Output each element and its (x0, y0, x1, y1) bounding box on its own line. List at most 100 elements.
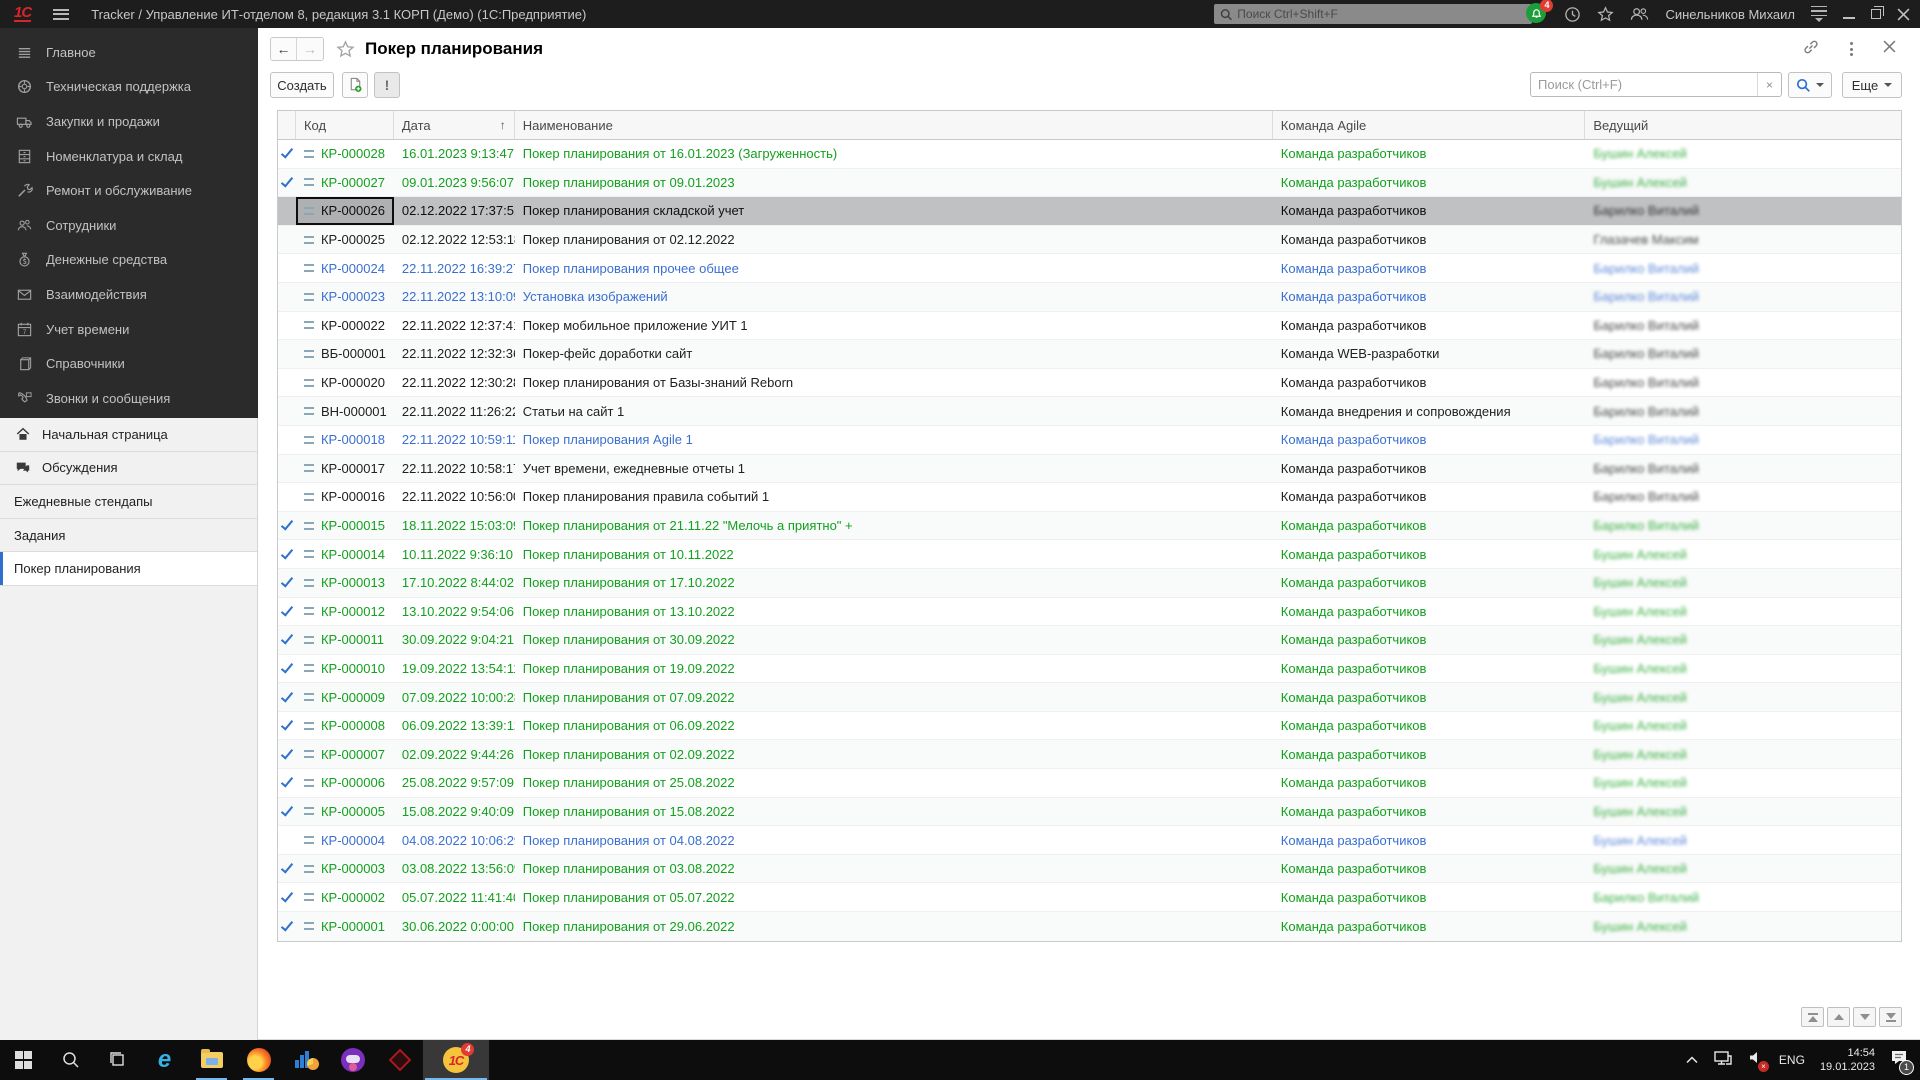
search-options-button[interactable] (1788, 72, 1832, 98)
row-name-cell[interactable]: Покер планирования от 02.12.2022 (515, 226, 1273, 254)
row-lead-cell[interactable]: Барилко Виталий (1585, 197, 1901, 225)
row-date-cell[interactable]: 02.09.2022 9:44:26 (394, 740, 515, 768)
row-date-cell[interactable]: 13.10.2022 9:54:06 (394, 598, 515, 626)
row-code-cell[interactable]: КР-000026 (296, 197, 394, 225)
start-button[interactable] (0, 1040, 47, 1080)
table-row[interactable]: КР-000025 02.12.2022 12:53:18 Покер план… (278, 226, 1901, 255)
clock[interactable]: 14:54 19.01.2023 (1820, 1046, 1875, 1074)
sidebar-item-time-tracking[interactable]: 7 Учет времени (0, 312, 258, 347)
row-team-cell[interactable]: Команда разработчиков (1273, 626, 1586, 654)
sidebar-item-interactions[interactable]: Взаимодействия (0, 277, 258, 312)
row-lead-cell[interactable]: Барилко Виталий (1585, 426, 1901, 454)
row-code-cell[interactable]: КР-000010 (296, 655, 394, 683)
row-name-cell[interactable]: Покер планирования от 09.01.2023 (515, 169, 1273, 197)
table-row[interactable]: КР-000006 25.08.2022 9:57:09 Покер плани… (278, 769, 1901, 798)
row-code-cell[interactable]: КР-000018 (296, 426, 394, 454)
row-date-cell[interactable]: 30.06.2022 0:00:00 (394, 912, 515, 941)
row-lead-cell[interactable]: Бушин Алексей (1585, 826, 1901, 854)
row-date-cell[interactable]: 22.11.2022 12:37:41 (394, 312, 515, 340)
row-code-cell[interactable]: КР-000016 (296, 483, 394, 511)
row-name-cell[interactable]: Покер планирования от 10.11.2022 (515, 540, 1273, 568)
table-row[interactable]: КР-000028 16.01.2023 9:13:47 Покер плани… (278, 140, 1901, 169)
back-button[interactable]: ← (271, 38, 297, 60)
table-row[interactable]: ВН-000001 22.11.2022 11:26:22 Статьи на … (278, 397, 1901, 426)
get-link-icon[interactable] (1802, 38, 1820, 61)
row-name-cell[interactable]: Покер планирования складской учет (515, 197, 1273, 225)
row-team-cell[interactable]: Команда разработчиков (1273, 283, 1586, 311)
sidebar-item-main[interactable]: Главное (0, 35, 258, 70)
tab-planning-poker[interactable]: Покер планирования (0, 552, 257, 586)
go-last-button[interactable] (1879, 1007, 1902, 1027)
row-team-cell[interactable]: Команда разработчиков (1273, 140, 1586, 168)
row-team-cell[interactable]: Команда разработчиков (1273, 883, 1586, 911)
sidebar-item-catalogs[interactable]: Справочники (0, 346, 258, 381)
row-team-cell[interactable]: Команда разработчиков (1273, 455, 1586, 483)
row-name-cell[interactable]: Покер мобильное приложение УИТ 1 (515, 312, 1273, 340)
tab-home[interactable]: Начальная страница (0, 418, 257, 452)
sidebar-item-employees[interactable]: Сотрудники (0, 208, 258, 243)
row-lead-cell[interactable]: Бушин Алексей (1585, 598, 1901, 626)
sidebar-item-calls[interactable]: Звонки и сообщения (0, 381, 258, 416)
row-name-cell[interactable]: Покер планирования от 30.09.2022 (515, 626, 1273, 654)
tray-chevron-icon[interactable] (1686, 1051, 1698, 1069)
table-row[interactable]: КР-000013 17.10.2022 8:44:02 Покер плани… (278, 569, 1901, 598)
row-team-cell[interactable]: Команда разработчиков (1273, 540, 1586, 568)
table-row[interactable]: КР-000011 30.09.2022 9:04:21 Покер плани… (278, 626, 1901, 655)
row-lead-cell[interactable]: Бушин Алексей (1585, 740, 1901, 768)
row-date-cell[interactable]: 22.11.2022 10:56:00 (394, 483, 515, 511)
forward-button[interactable]: → (297, 38, 323, 60)
row-date-cell[interactable]: 22.11.2022 10:58:17 (394, 455, 515, 483)
row-date-cell[interactable]: 19.09.2022 13:54:11 (394, 655, 515, 683)
row-code-cell[interactable]: КР-000001 (296, 912, 394, 941)
table-row[interactable]: ВБ-000001 22.11.2022 12:32:36 Покер-фейс… (278, 340, 1901, 369)
sidebar-item-tech-support[interactable]: Техническая поддержка (0, 70, 258, 105)
row-lead-cell[interactable]: Бушин Алексей (1585, 712, 1901, 740)
row-lead-cell[interactable]: Бушин Алексей (1585, 626, 1901, 654)
row-code-cell[interactable]: КР-000003 (296, 855, 394, 883)
row-team-cell[interactable]: Команда разработчиков (1273, 483, 1586, 511)
row-name-cell[interactable]: Покер планирования от 03.08.2022 (515, 855, 1273, 883)
table-row[interactable]: КР-000022 22.11.2022 12:37:41 Покер моби… (278, 312, 1901, 341)
row-name-cell[interactable]: Покер планирования от 29.06.2022 (515, 912, 1273, 941)
table-row[interactable]: КР-000027 09.01.2023 9:56:07 Покер плани… (278, 169, 1901, 198)
tab-tasks[interactable]: Задания (0, 519, 257, 553)
sidebar-item-maintenance[interactable]: Ремонт и обслуживание (0, 173, 258, 208)
row-lead-cell[interactable]: Барилко Виталий (1585, 512, 1901, 540)
row-team-cell[interactable]: Команда разработчиков (1273, 655, 1586, 683)
row-code-cell[interactable]: КР-000012 (296, 598, 394, 626)
row-lead-cell[interactable]: Бушин Алексей (1585, 855, 1901, 883)
row-code-cell[interactable]: КР-000002 (296, 883, 394, 911)
row-team-cell[interactable]: Команда разработчиков (1273, 312, 1586, 340)
row-code-cell[interactable]: КР-000027 (296, 169, 394, 197)
row-team-cell[interactable]: Команда разработчиков (1273, 169, 1586, 197)
go-first-button[interactable] (1801, 1007, 1824, 1027)
column-header-code[interactable]: Код (296, 111, 394, 139)
row-date-cell[interactable]: 16.01.2023 9:13:47 (394, 140, 515, 168)
list-search-input[interactable] (1531, 73, 1757, 96)
row-lead-cell[interactable]: Барилко Виталий (1585, 883, 1901, 911)
row-name-cell[interactable]: Покер планирования правила событий 1 (515, 483, 1273, 511)
row-name-cell[interactable]: Покер планирования от 04.08.2022 (515, 826, 1273, 854)
table-row[interactable]: КР-000010 19.09.2022 13:54:11 Покер план… (278, 655, 1901, 684)
row-date-cell[interactable]: 05.07.2022 11:41:40 (394, 883, 515, 911)
row-name-cell[interactable]: Покер планирования от 21.11.22 "Мелочь а… (515, 512, 1273, 540)
row-lead-cell[interactable]: Барилко Виталий (1585, 312, 1901, 340)
row-team-cell[interactable]: Команда разработчиков (1273, 369, 1586, 397)
table-row[interactable]: КР-000018 22.11.2022 10:59:11 Покер план… (278, 426, 1901, 455)
taskbar-search-button[interactable] (47, 1040, 94, 1080)
row-team-cell[interactable]: Команда разработчиков (1273, 598, 1586, 626)
firefox-button[interactable] (235, 1040, 282, 1080)
row-team-cell[interactable]: Команда разработчиков (1273, 798, 1586, 826)
row-date-cell[interactable]: 09.01.2023 9:56:07 (394, 169, 515, 197)
row-name-cell[interactable]: Покер планирования от 19.09.2022 (515, 655, 1273, 683)
file-explorer-button[interactable] (188, 1040, 235, 1080)
network-icon[interactable] (1713, 1050, 1733, 1071)
1c-enterprise-button[interactable]: 1С4 (423, 1040, 489, 1080)
window-restore-icon[interactable] (1871, 9, 1881, 19)
row-code-cell[interactable]: КР-000011 (296, 626, 394, 654)
main-menu-icon[interactable] (53, 9, 69, 20)
history-icon[interactable] (1564, 6, 1581, 23)
create-button[interactable]: Создать (270, 72, 334, 98)
set-importance-button[interactable]: ! (374, 72, 400, 98)
sidebar-item-purchases[interactable]: Закупки и продажи (0, 104, 258, 139)
